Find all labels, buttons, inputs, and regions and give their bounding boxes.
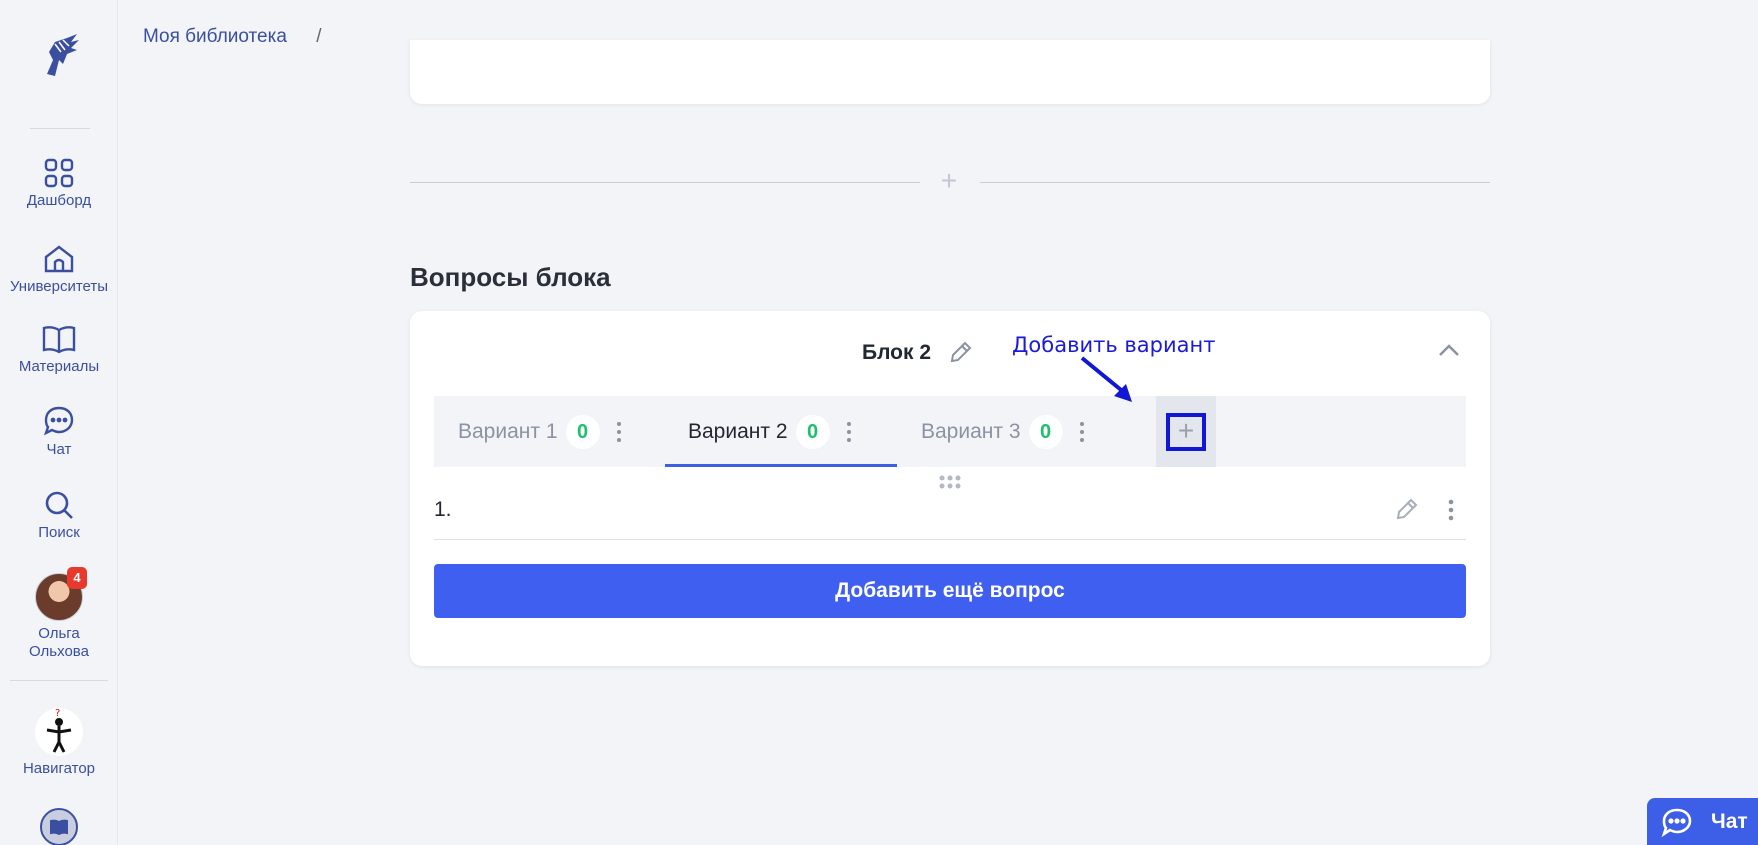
sidebar-item-label: Материалы <box>18 358 100 375</box>
sidebar-divider <box>30 128 90 129</box>
sidebar-item-label: Дашборд <box>26 192 92 209</box>
variant-tabs: Вариант 1 0 Вариант 2 0 Вариант 3 0 + <box>434 396 1466 467</box>
tab-label: Вариант 1 <box>458 419 558 443</box>
university-icon <box>44 245 74 273</box>
block-title: Блок 2 <box>862 341 932 364</box>
sidebar-item-search[interactable]: Поиск <box>0 490 118 542</box>
chat-widget-label: Чат <box>1711 809 1748 833</box>
add-variant-button[interactable]: + <box>1156 396 1216 467</box>
chevron-up-icon[interactable] <box>1436 341 1462 359</box>
sidebar-item-profile[interactable]: 4 Ольга Ольхова <box>0 567 118 661</box>
tab-label: Вариант 2 <box>688 419 788 443</box>
user-first-name: Ольга <box>38 625 80 642</box>
kebab-menu-icon[interactable] <box>616 421 622 442</box>
sidebar-divider <box>10 680 108 681</box>
svg-text:?: ? <box>55 708 60 719</box>
sidebar-item-label: Поиск <box>38 524 80 541</box>
plus-icon: + <box>1166 412 1206 451</box>
sidebar-item-label: Чат <box>46 441 72 458</box>
dashboard-icon <box>44 158 74 188</box>
section-title: Вопросы блока <box>410 262 611 292</box>
sidebar-item-dashboard[interactable]: Дашборд <box>0 158 118 210</box>
user-last-name: Ольхова <box>29 643 89 660</box>
edit-pencil-icon[interactable] <box>1394 496 1420 522</box>
sidebar-item-navigator[interactable]: ? Навигатор <box>0 708 118 778</box>
sidebar-item-label: Навигатор <box>22 760 96 777</box>
tab-label: Вариант 3 <box>921 419 1021 443</box>
annotation-arrow-icon <box>1080 356 1132 402</box>
logo-icon[interactable] <box>33 30 85 82</box>
sidebar: Дашборд Университеты Материалы Чат Поиск… <box>0 0 118 845</box>
tab-count: 0 <box>565 414 600 449</box>
tab-count: 0 <box>1028 414 1063 449</box>
drag-handle-icon[interactable] <box>938 474 962 490</box>
chat-bubble-icon <box>1661 808 1692 837</box>
tab-variant-3[interactable]: Вариант 3 0 <box>921 396 1085 467</box>
divider-line <box>980 182 1490 183</box>
edit-pencil-icon[interactable] <box>948 339 974 365</box>
breadcrumb-root-link[interactable]: Моя библиотека <box>143 26 287 47</box>
block-card: Блок 2 Вариант 1 0 Вариант 2 0 Вариант 3… <box>410 311 1490 666</box>
question-divider <box>434 539 1466 540</box>
chat-icon <box>43 406 74 436</box>
kebab-menu-icon[interactable] <box>1079 421 1085 442</box>
kebab-menu-icon[interactable] <box>1447 499 1455 521</box>
navigator-icon: ? <box>35 708 83 756</box>
sidebar-item-label: Университеты <box>9 278 109 295</box>
divider-line <box>410 182 920 183</box>
tab-variant-2[interactable]: Вариант 2 0 <box>665 396 897 467</box>
sidebar-item-chat[interactable]: Чат <box>0 405 118 459</box>
notification-badge: 4 <box>67 567 87 589</box>
breadcrumb-separator: / <box>316 26 322 47</box>
previous-block-card <box>410 40 1490 104</box>
tab-count: 0 <box>795 414 830 449</box>
chat-widget-button[interactable]: Чат <box>1647 798 1758 845</box>
add-block-button[interactable]: + <box>931 164 967 200</box>
tab-variant-1[interactable]: Вариант 1 0 <box>458 396 622 467</box>
question-number: 1. <box>434 498 452 521</box>
search-icon <box>45 491 73 519</box>
add-question-button[interactable]: Добавить ещё вопрос <box>434 564 1466 618</box>
sidebar-item-universities[interactable]: Университеты <box>0 244 118 296</box>
library-icon[interactable] <box>40 808 78 845</box>
breadcrumb: Моя библиотека / <box>143 26 321 48</box>
sidebar-item-materials[interactable]: Материалы <box>0 324 118 376</box>
book-icon <box>42 326 76 354</box>
kebab-menu-icon[interactable] <box>846 421 852 442</box>
